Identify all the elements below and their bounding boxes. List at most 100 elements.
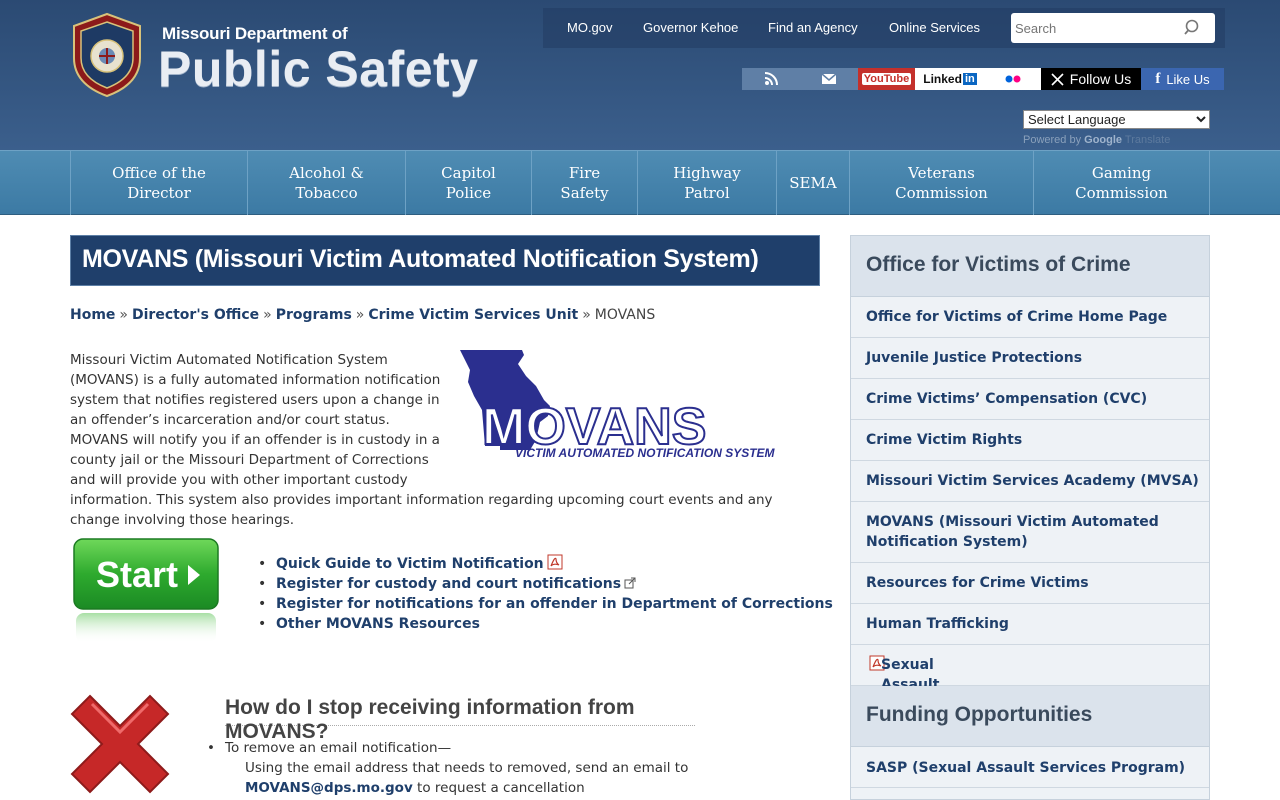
sidebar-item-label: MOVANS (Missouri Victim Automated <box>866 514 1159 530</box>
sidebar-item-label: Crime Victims’ Compensation (CVC) <box>866 391 1148 407</box>
sidebar-item-label: Missouri Victim Services Academy (MVSA) <box>866 473 1199 489</box>
sidebar-item-label: Sexual Assault Survivors Bill of Rights <box>866 655 956 753</box>
stop-line-1: To remove an email notification— <box>225 740 452 756</box>
nav-label: Veterans <box>908 164 975 182</box>
breadcrumb-current: MOVANS <box>594 307 656 323</box>
nav-label: Tobacco <box>295 184 358 202</box>
sidebar-item-label: Notification System) <box>866 534 1028 550</box>
breadcrumb-home[interactable]: Home <box>70 307 115 323</box>
nav-label: Safety <box>560 184 609 202</box>
facebook-icon: f <box>1155 70 1161 87</box>
movans-email-link[interactable]: MOVANS@dps.mo.gov <box>245 780 413 796</box>
email-icon[interactable] <box>800 68 858 90</box>
flickr-icon[interactable] <box>985 68 1041 90</box>
facebook-like-button[interactable]: f Like Us <box>1141 68 1224 90</box>
movans-logo-tagline: VICTIM AUTOMATED NOTIFICATION SYSTEM <box>515 446 776 460</box>
top-link-mo-gov[interactable]: MO.gov <box>567 20 613 35</box>
register-custody-court-link[interactable]: Register for custody and court notificat… <box>276 576 621 592</box>
search-icon[interactable] <box>1183 18 1203 38</box>
stop-line-3-rest: to request a cancellation <box>412 780 585 796</box>
start-button[interactable]: Start <box>72 537 220 645</box>
nav-label: Alcohol & <box>289 164 364 182</box>
facebook-like-label: Like Us <box>1166 71 1210 87</box>
breadcrumb: Home» Director's Office» Programs» Crime Vi… <box>70 307 655 323</box>
nav-highway-patrol[interactable]: Highway Patrol <box>638 151 777 215</box>
stop-section-heading: How do I stop receiving information from… <box>225 696 695 743</box>
sidebar-item-label: Office for Victims of Crime Home Page <box>866 309 1168 325</box>
search-box <box>1011 13 1215 43</box>
external-link-icon <box>624 577 636 589</box>
breadcrumb-programs[interactable]: Programs <box>276 307 352 323</box>
linkedin-icon: Linked <box>923 72 962 86</box>
other-resources-link[interactable]: Other MOVANS Resources <box>276 616 480 632</box>
nav-label: Director <box>127 184 191 202</box>
sidebar: Office for Victims of Crime Office for V… <box>850 235 1210 800</box>
resources-list: Quick Guide to Victim Notification Regis… <box>258 554 833 634</box>
page-title-bar: MOVANS (Missouri Victim Automated Notifi… <box>70 235 820 286</box>
sidebar-item-sexual-assault-bill[interactable]: Sexual Assault Survivors Bill of Rights <box>851 645 1209 753</box>
quick-guide-link[interactable]: Quick Guide to Victim Notification <box>276 556 544 572</box>
nav-label: Commission <box>1075 184 1168 202</box>
red-x-icon <box>70 694 170 794</box>
top-link-find-agency[interactable]: Find an Agency <box>768 20 858 35</box>
sidebar-item-label: Crime Victim Rights <box>866 432 1023 448</box>
list-item: Quick Guide to Victim Notification <box>258 554 833 574</box>
sidebar-heading-ovc: Office for Victims of Crime <box>851 236 1209 297</box>
breadcrumb-crime-victim-services[interactable]: Crime Victim Services Unit <box>368 307 578 323</box>
nav-gaming-commission[interactable]: Gaming Commission <box>1034 151 1210 215</box>
google-translate-credit: Powered by Google Translate <box>1023 134 1170 146</box>
sidebar-item-resources[interactable]: Resources for Crime Victims <box>851 563 1209 604</box>
bullet: • <box>207 740 215 756</box>
x-icon <box>1051 72 1064 86</box>
nav-capitol-police[interactable]: Capitol Police <box>406 151 532 215</box>
sidebar-item-human-trafficking[interactable]: Human Trafficking <box>851 604 1209 645</box>
breadcrumb-separator: » <box>582 307 591 323</box>
sidebar-item-crime-victim-rights[interactable]: Crime Victim Rights <box>851 420 1209 461</box>
x-follow-button[interactable]: Follow Us <box>1041 68 1141 90</box>
social-bar: YouTube Linked in Follow Us f Like Us <box>742 68 1224 90</box>
translate-link[interactable]: Translate <box>1125 134 1170 146</box>
youtube-link[interactable]: YouTube <box>858 68 915 90</box>
nav-fire-safety[interactable]: Fire Safety <box>532 151 638 215</box>
sidebar-heading-funding: Funding Opportunities <box>851 686 1209 747</box>
rss-icon[interactable] <box>742 68 800 90</box>
sidebar-item-movans[interactable]: MOVANS (Missouri Victim Automated Notific… <box>851 502 1209 563</box>
top-link-online-services[interactable]: Online Services <box>889 20 980 35</box>
nav-alcohol-tobacco[interactable]: Alcohol & Tobacco <box>248 151 406 215</box>
search-input[interactable] <box>1015 18 1180 38</box>
nav-label: Fire <box>568 164 601 182</box>
language-select[interactable]: Select Language <box>1023 110 1210 129</box>
start-button-label: Start <box>96 554 178 595</box>
page-title: MOVANS (Missouri Victim Automated Notifi… <box>82 245 759 273</box>
sidebar-item-juvenile-justice[interactable]: Juvenile Justice Protections <box>851 338 1209 379</box>
breadcrumb-separator: » <box>119 307 128 323</box>
register-doc-offender-link[interactable]: Register for notifications for an offend… <box>276 596 833 612</box>
nav-veterans-commission[interactable]: Veterans Commission <box>850 151 1034 215</box>
sidebar-item-label: Resources for Crime Victims <box>866 575 1089 591</box>
x-follow-label: Follow Us <box>1069 71 1132 87</box>
linkedin-in-badge: in <box>962 73 977 85</box>
nav-sema[interactable]: SEMA <box>777 151 850 215</box>
missouri-dps-seal-logo[interactable] <box>70 12 144 98</box>
sidebar-item-ovc-home[interactable]: Office for Victims of Crime Home Page <box>851 297 1209 338</box>
top-link-governor[interactable]: Governor Kehoe <box>643 20 738 35</box>
sidebar-item-cvc[interactable]: Crime Victims’ Compensation (CVC) <box>851 379 1209 420</box>
nav-office-of-director[interactable]: Office of the Director <box>70 151 248 215</box>
nav-label: SEMA <box>789 174 837 192</box>
sidebar-item-label: SASP (Sexual Assault Services Program) <box>866 760 1186 776</box>
nav-label: Office of the <box>112 164 206 182</box>
movans-logo: MOVANS VICTIM AUTOMATED NOTIFICATION SYS… <box>460 350 776 460</box>
breadcrumb-separator: » <box>355 307 365 323</box>
sidebar-item-label: Human Trafficking <box>866 616 1009 632</box>
breadcrumb-separator: » <box>263 307 272 323</box>
linkedin-link[interactable]: Linked in <box>915 68 985 90</box>
breadcrumb-directors-office[interactable]: Director's Office <box>132 307 259 323</box>
sidebar-heading-label: Office for Victims of Crime <box>866 253 1131 276</box>
nav-label: Highway <box>673 164 741 182</box>
nav-label: Capitol <box>441 164 496 182</box>
sidebar-item-sasp[interactable]: SASP (Sexual Assault Services Program) <box>851 747 1209 788</box>
nav-label: Police <box>445 184 492 202</box>
sidebar-item-mvsa[interactable]: Missouri Victim Services Academy (MVSA) <box>851 461 1209 502</box>
org-name-title[interactable]: Public Safety <box>158 40 479 98</box>
sidebar-heading-label: Funding Opportunities <box>866 703 1093 726</box>
